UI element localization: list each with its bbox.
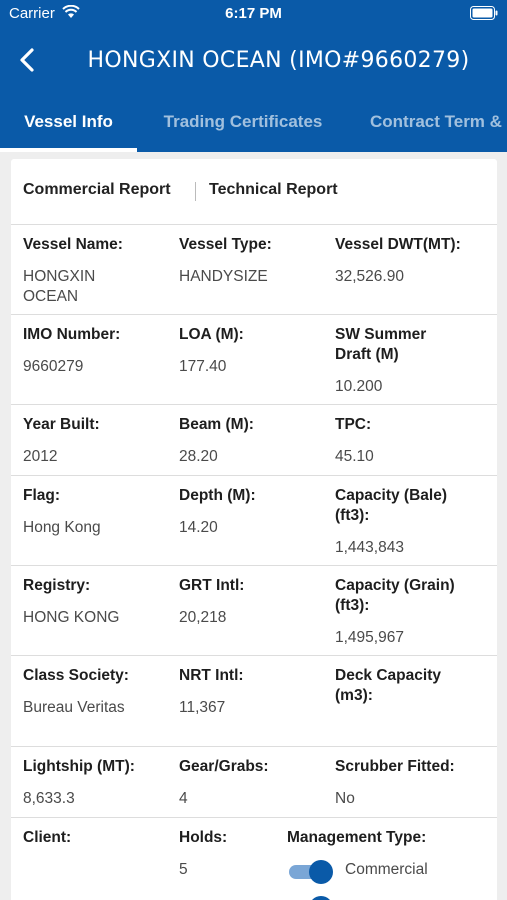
beam-m-label: Beam (M): [179, 416, 254, 433]
scrubber-fitted-label: Scrubber Fitted: [335, 758, 455, 775]
page-title: HONGXIN OCEAN (IMO#9660279) [87, 48, 470, 73]
registry-value: HONG KONG [23, 609, 120, 626]
year-built-label: Year Built: [23, 416, 100, 433]
technical-toggle[interactable] [289, 896, 333, 900]
class-society-label: Class Society: [23, 667, 129, 684]
capacity-bale-ft3-label: Capacity (Bale) (ft3): [335, 487, 447, 524]
depth-m-label: Depth (M): [179, 487, 256, 504]
imo-number-label: IMO Number: [23, 326, 121, 343]
detail-row: Vessel Name: HONGXIN OCEAN Vessel Type: HAN… [11, 225, 497, 315]
report-tabs: Commercial Report Technical Report [11, 159, 497, 225]
grt-intl-value: 20,218 [179, 609, 227, 626]
battery-icon [470, 6, 498, 20]
vessel-name-value: HONGXIN OCEAN [23, 268, 96, 305]
tab-bar: Vessel Info Trading Certificates Contrac… [0, 96, 507, 152]
vessel-info-card: Commercial Report Technical Report Vesse… [11, 159, 497, 900]
detail-row: Flag: Hong Kong Depth (M): 14.20 Capacity (B… [11, 476, 497, 566]
header: Carrier 6:17 PM HONGXIN OCEAN (IMO#96602… [0, 0, 507, 152]
tab-trading-certificates[interactable]: Trading Certificates [148, 96, 338, 152]
holds-label: Holds: [179, 829, 228, 846]
holds-value: 5 [179, 861, 188, 878]
scrubber-fitted-value: No [335, 790, 355, 807]
detail-row: Registry: HONG KONG GRT Intl: 20,218 Capacit… [11, 566, 497, 656]
vessel-type-value: HANDYSIZE [179, 268, 268, 285]
management-type-label: Management Type: [287, 829, 427, 846]
toggle-knob [309, 860, 333, 884]
flag-label: Flag: [23, 487, 61, 504]
class-society-value: Bureau Veritas [23, 699, 125, 716]
chevron-left-icon [20, 48, 34, 72]
year-built-value: 2012 [23, 448, 58, 465]
status-time: 6:17 PM [225, 5, 282, 22]
loa-m-label: LOA (M): [179, 326, 244, 343]
imo-number-value: 9660279 [23, 358, 84, 375]
vessel-dwt-mt-label: Vessel DWT(MT): [335, 236, 461, 253]
vessel-dwt-mt-value: 32,526.90 [335, 268, 404, 285]
report-tab-divider [195, 182, 196, 201]
technical-report-tab[interactable]: Technical Report [209, 181, 338, 199]
grt-intl-label: GRT Intl: [179, 577, 245, 594]
client-label: Client: [23, 829, 72, 846]
beam-m-value: 28.20 [179, 448, 218, 465]
capacity-bale-ft3-value: 1,443,843 [335, 539, 404, 556]
detail-row: Lightship (MT): 8,633.3 Gear/Grabs: 4 Scrubb… [11, 747, 497, 818]
gear-grabs-label: Gear/Grabs: [179, 758, 269, 775]
vessel-name-label: Vessel Name: [23, 236, 123, 253]
detail-row: Year Built: 2012 Beam (M): 28.20 TPC: 45.10 [11, 405, 497, 476]
vessel-type-label: Vessel Type: [179, 236, 272, 253]
detail-row-client: Client: Holds: 5 Management Type: Commer… [11, 818, 497, 900]
sw-summer-draft-m-value: 10.200 [335, 378, 383, 395]
registry-label: Registry: [23, 577, 91, 594]
commercial-option-label: Commercial [345, 861, 428, 878]
flag-value: Hong Kong [23, 519, 101, 536]
commercial-toggle[interactable] [289, 860, 333, 884]
sw-summer-draft-m-label: SW Summer Draft (M) [335, 326, 427, 363]
lightship-mt-value: 8,633.3 [23, 790, 75, 807]
depth-m-value: 14.20 [179, 519, 218, 536]
gear-grabs-value: 4 [179, 790, 188, 807]
commercial-report-tab[interactable]: Commercial Report [23, 181, 171, 199]
tab-contract-terms[interactable]: Contract Term & Conditions [370, 96, 507, 152]
status-bar: Carrier 6:17 PM [0, 0, 507, 28]
loa-m-value: 177.40 [179, 358, 227, 375]
tpc-value: 45.10 [335, 448, 374, 465]
toggle-knob [309, 896, 333, 900]
back-button[interactable] [14, 44, 44, 76]
lightship-mt-label: Lightship (MT): [23, 758, 135, 775]
capacity-grain-ft3-label: Capacity (Grain) (ft3): [335, 577, 455, 614]
tpc-label: TPC: [335, 416, 372, 433]
deck-capacity-m3-label: Deck Capacity (m3): [335, 667, 441, 704]
tab-vessel-info[interactable]: Vessel Info [0, 96, 137, 152]
nrt-intl-value: 11,367 [179, 699, 226, 716]
nrt-intl-label: NRT Intl: [179, 667, 244, 684]
detail-row: Class Society: Bureau Veritas NRT Intl: 11,… [11, 656, 497, 747]
detail-row: IMO Number: 9660279 LOA (M): 177.40 SW Summe… [11, 315, 497, 405]
capacity-grain-ft3-value: 1,495,967 [335, 629, 404, 646]
active-tab-indicator [0, 148, 137, 152]
